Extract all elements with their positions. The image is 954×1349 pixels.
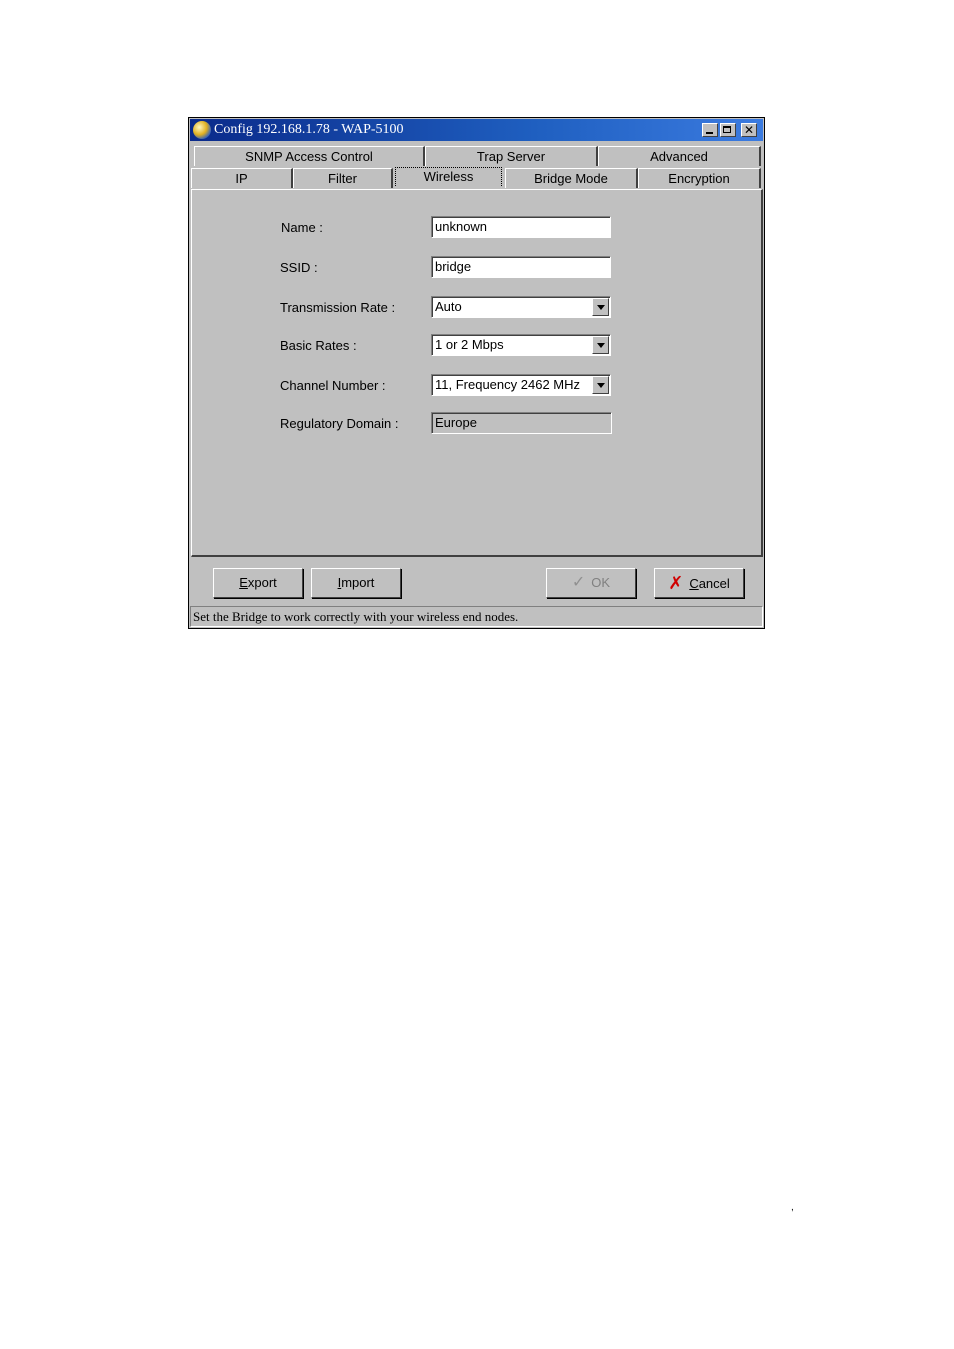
close-icon: ✕ bbox=[743, 123, 755, 137]
transmission-rate-label: Transmission Rate : bbox=[280, 300, 396, 315]
import-label: mport bbox=[341, 575, 375, 590]
window-title: Config 192.168.1.78 - WAP-5100 bbox=[214, 122, 404, 137]
status-bar: Set the Bridge to work correctly with yo… bbox=[190, 606, 763, 627]
ssid-input[interactable]: bridge bbox=[431, 256, 611, 278]
name-label: Name : bbox=[281, 220, 323, 235]
tab-ip[interactable]: IP bbox=[191, 168, 293, 188]
minimize-button[interactable] bbox=[702, 123, 718, 137]
basic-rates-value: 1 or 2 Mbps bbox=[435, 337, 504, 352]
tab-advanced[interactable]: Advanced bbox=[598, 146, 761, 166]
tab-filter[interactable]: Filter bbox=[293, 168, 393, 188]
tab-snmp-access-control[interactable]: SNMP Access Control bbox=[194, 146, 425, 166]
basic-rates-select[interactable]: 1 or 2 Mbps bbox=[431, 334, 611, 356]
transmission-rate-select[interactable]: Auto bbox=[431, 296, 611, 318]
cancel-accel: C bbox=[689, 576, 699, 591]
transmission-rate-value: Auto bbox=[435, 299, 462, 314]
channel-number-label: Channel Number : bbox=[280, 378, 386, 393]
tab-encryption[interactable]: Encryption bbox=[638, 168, 761, 188]
tab-bridge-mode[interactable]: Bridge Mode bbox=[505, 168, 638, 188]
ssid-label: SSID : bbox=[280, 260, 318, 275]
close-button[interactable]: ✕ bbox=[741, 123, 757, 137]
ok-button[interactable]: ✓ OK bbox=[546, 568, 636, 598]
chevron-down-icon[interactable] bbox=[592, 298, 609, 316]
check-icon: ✓ bbox=[571, 574, 586, 591]
regulatory-domain-field: Europe bbox=[431, 412, 612, 434]
cancel-label: ancel bbox=[698, 576, 730, 591]
name-input[interactable]: unknown bbox=[431, 216, 611, 238]
basic-rates-label: Basic Rates : bbox=[280, 338, 357, 353]
channel-number-select[interactable]: 11, Frequency 2462 MHz bbox=[431, 374, 611, 396]
chevron-down-icon[interactable] bbox=[592, 376, 609, 394]
app-globe-icon bbox=[193, 121, 211, 139]
title-bar[interactable]: Config 192.168.1.78 - WAP-5100 ✕ bbox=[190, 119, 763, 141]
tab-trap-server[interactable]: Trap Server bbox=[425, 146, 598, 166]
maximize-button[interactable] bbox=[720, 123, 736, 137]
regulatory-domain-label: Regulatory Domain : bbox=[280, 416, 399, 431]
stray-mark: , bbox=[791, 1202, 794, 1213]
export-button[interactable]: Export bbox=[213, 568, 303, 598]
tab-wireless[interactable]: Wireless bbox=[395, 167, 502, 186]
wireless-panel bbox=[191, 189, 763, 557]
chevron-down-icon[interactable] bbox=[592, 336, 609, 354]
cancel-x-icon: ✗ bbox=[668, 573, 684, 593]
cancel-button[interactable]: ✗ Cancel bbox=[654, 568, 744, 598]
export-label: xport bbox=[247, 575, 277, 590]
import-button[interactable]: Import bbox=[311, 568, 401, 598]
export-accel: E bbox=[239, 575, 248, 590]
ok-label: OK bbox=[591, 575, 611, 590]
config-window: Config 192.168.1.78 - WAP-5100 ✕ SNMP Ac… bbox=[188, 117, 765, 629]
channel-number-value: 11, Frequency 2462 MHz bbox=[435, 377, 580, 392]
